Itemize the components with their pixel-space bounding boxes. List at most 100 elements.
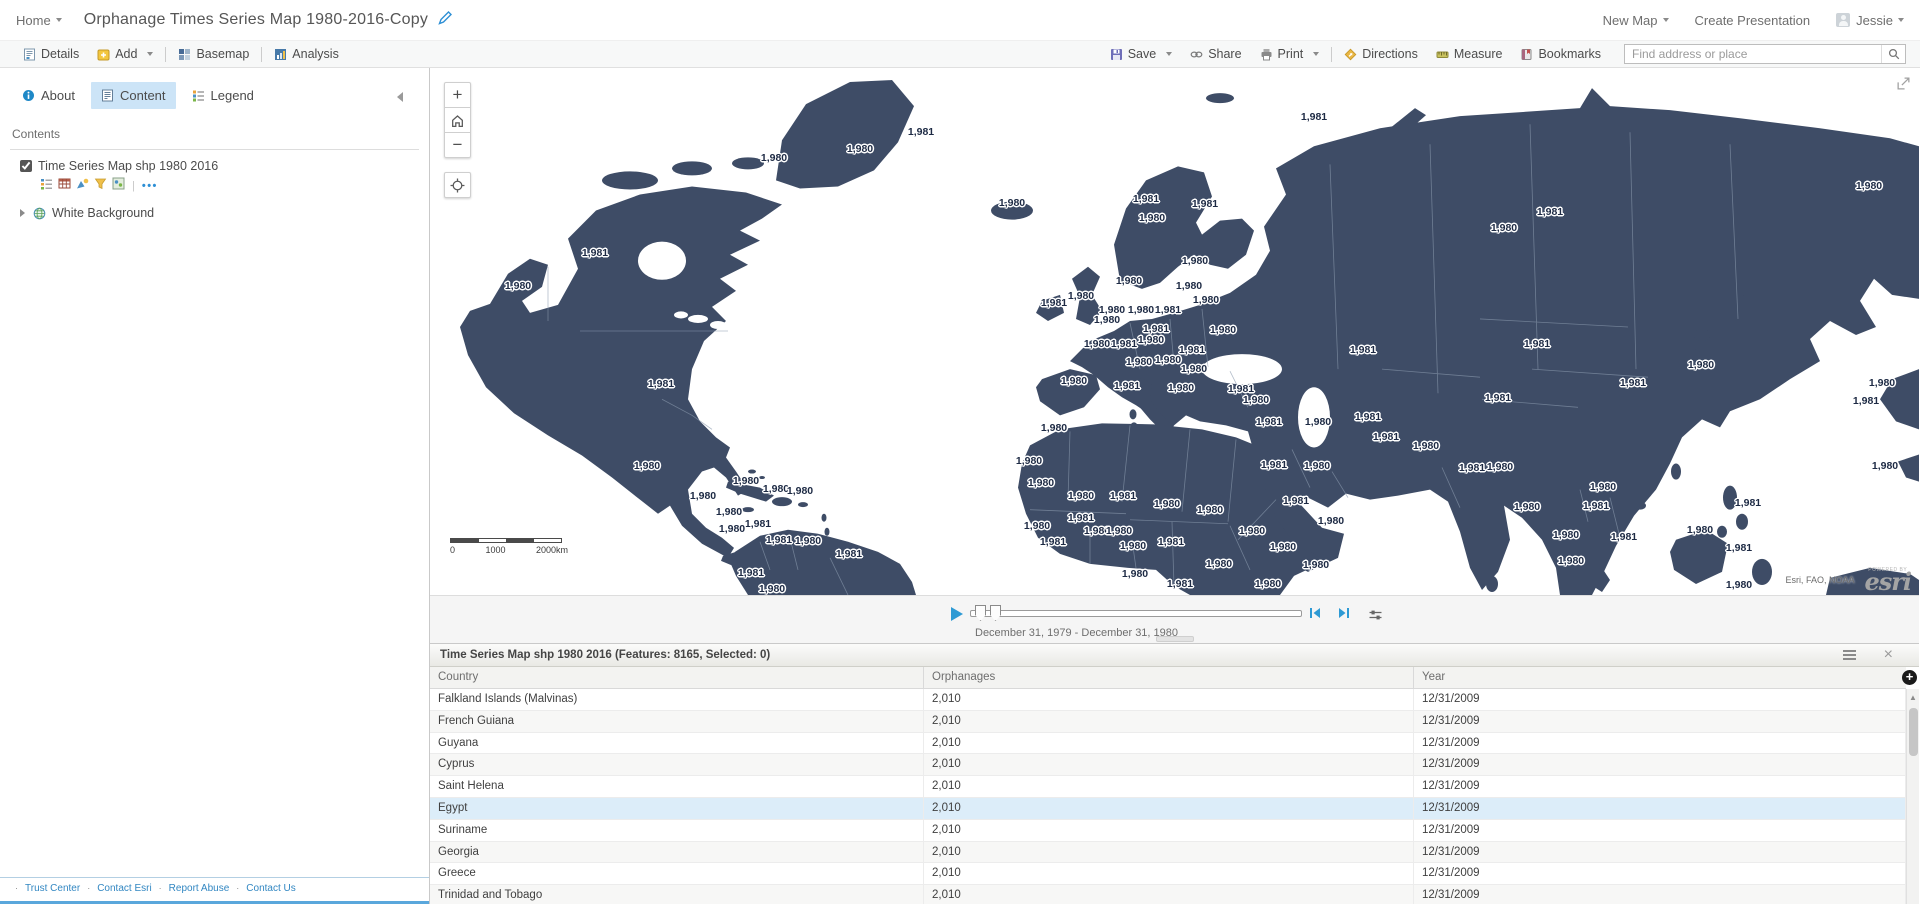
- time-slider-handle-end[interactable]: [990, 605, 1001, 621]
- attribution-text: Esri, FAO, NOAA: [1785, 575, 1855, 585]
- home-menu[interactable]: Home: [16, 13, 62, 28]
- find-my-location-button[interactable]: [444, 172, 471, 198]
- map-year-label: 1,980: [633, 460, 661, 472]
- next-interval-button[interactable]: [1336, 606, 1351, 625]
- show-legend-icon[interactable]: [40, 177, 53, 195]
- table-row[interactable]: Georgia 2,010 12/31/2009: [430, 841, 1906, 864]
- previous-interval-button[interactable]: [1308, 606, 1323, 625]
- map-year-label: 1,980: [998, 197, 1026, 209]
- tab-about[interactable]: About: [12, 82, 85, 109]
- search-button[interactable]: [1881, 45, 1905, 63]
- table-row[interactable]: Guyana 2,010 12/31/2009: [430, 732, 1906, 755]
- tab-legend[interactable]: Legend: [182, 82, 264, 109]
- search-input[interactable]: [1625, 45, 1881, 63]
- footer-link[interactable]: Report Abuse: [169, 883, 230, 894]
- print-button[interactable]: Print: [1251, 41, 1329, 67]
- layer-name: White Background: [52, 206, 155, 220]
- map-canvas[interactable]: 1,980 1,981 1,981 1,980 1,980 1,980 1,981 1,980…: [430, 68, 1919, 595]
- modify-map-button[interactable]: [1896, 76, 1911, 96]
- table-row[interactable]: French Guiana 2,010 12/31/2009: [430, 710, 1906, 733]
- tab-content[interactable]: Content: [90, 82, 176, 109]
- scroll-up-arrow[interactable]: ▲: [1907, 689, 1919, 702]
- zoom-in-button[interactable]: +: [444, 82, 471, 108]
- map-year-label: 1,981: [737, 567, 765, 579]
- table-options-menu-icon[interactable]: [1842, 650, 1856, 660]
- table-row[interactable]: Saint Helena 2,010 12/31/2009: [430, 776, 1906, 798]
- layer-item-time-series[interactable]: Time Series Map shp 1980 2016: [0, 150, 429, 173]
- filter-icon[interactable]: [94, 177, 107, 195]
- table-title: Time Series Map shp 1980 2016 (Features:…: [440, 649, 771, 661]
- scale-mid: 1000: [485, 545, 506, 555]
- map-year-label: 1,981: [1852, 395, 1880, 407]
- add-field-button[interactable]: +: [1902, 670, 1917, 685]
- column-header[interactable]: Year: [1414, 667, 1906, 688]
- basemap-label: Basemap: [196, 47, 250, 61]
- map-year-label: 1,981: [647, 378, 675, 390]
- time-slider-handle-start[interactable]: [975, 605, 986, 621]
- directions-icon: [1344, 48, 1357, 60]
- new-map-menu[interactable]: New Map: [1603, 13, 1669, 28]
- bookmarks-label: Bookmarks: [1538, 47, 1601, 61]
- layer-visibility-checkbox[interactable]: [20, 160, 32, 172]
- new-map-label: New Map: [1602, 12, 1658, 28]
- time-settings-button[interactable]: [1368, 608, 1383, 627]
- map-year-label: 1,981: [1619, 377, 1647, 389]
- details-button[interactable]: Details: [14, 41, 88, 67]
- column-header[interactable]: Orphanages: [924, 667, 1414, 688]
- panel-resize-handle[interactable]: [1155, 636, 1194, 642]
- add-button[interactable]: Add: [88, 41, 162, 67]
- measure-button[interactable]: Measure: [1427, 41, 1512, 67]
- table-cell: Trinidad and Tobago: [430, 885, 924, 904]
- map-year-label: 1,980: [846, 143, 874, 155]
- map-year-label: 1,980: [1242, 394, 1270, 406]
- analysis-button[interactable]: Analysis: [265, 41, 348, 67]
- footer-link[interactable]: Contact Us: [246, 883, 295, 894]
- play-button[interactable]: [951, 607, 963, 621]
- scrollbar-thumb[interactable]: [1908, 708, 1918, 756]
- pencil-icon: [438, 11, 453, 25]
- analysis-label: Analysis: [292, 47, 339, 61]
- change-style-icon[interactable]: [76, 177, 89, 195]
- tab-about-label: About: [41, 88, 75, 103]
- share-button[interactable]: Share: [1181, 41, 1250, 67]
- table-row[interactable]: Suriname 2,010 12/31/2009: [430, 819, 1906, 842]
- time-slider-track[interactable]: [970, 605, 1302, 621]
- table-cell: 12/31/2009: [1414, 885, 1906, 904]
- table-row[interactable]: Egypt 2,010 12/31/2009: [430, 797, 1906, 820]
- layer-item-white-background[interactable]: White Background: [0, 195, 429, 220]
- map-year-label: 1,981: [1734, 497, 1762, 509]
- more-options-icon[interactable]: •••: [142, 181, 158, 192]
- zoom-out-button[interactable]: −: [444, 132, 471, 158]
- create-presentation-label: Create Presentation: [1694, 12, 1811, 28]
- table-row[interactable]: Greece 2,010 12/31/2009: [430, 863, 1906, 886]
- directions-button[interactable]: Directions: [1335, 41, 1427, 67]
- map-year-label: 1,980: [1304, 416, 1332, 428]
- edit-title-button[interactable]: [438, 10, 453, 30]
- basemap-button[interactable]: Basemap: [169, 41, 258, 67]
- expand-layer-icon[interactable]: [20, 209, 25, 217]
- collapse-panel-button[interactable]: [397, 92, 403, 102]
- perform-analysis-icon[interactable]: [112, 177, 125, 195]
- save-button[interactable]: Save: [1101, 41, 1182, 67]
- table-row[interactable]: Cyprus 2,010 12/31/2009: [430, 754, 1906, 777]
- create-presentation-button[interactable]: Create Presentation: [1695, 13, 1811, 28]
- map-year-label: 1,980: [1040, 422, 1068, 434]
- tab-content-label: Content: [119, 88, 166, 103]
- home-extent-button[interactable]: [444, 107, 471, 133]
- bookmarks-button[interactable]: Bookmarks: [1511, 41, 1610, 67]
- user-menu[interactable]: Jessie: [1836, 13, 1904, 28]
- app-header: Home Orphanage Times Series Map 1980-201…: [0, 0, 1920, 40]
- legend-icon: [192, 90, 204, 102]
- chevron-down-icon: [55, 18, 62, 22]
- table-row[interactable]: Falkland Islands (Malvinas) 2,010 12/31/20…: [430, 689, 1906, 711]
- table-scrollbar[interactable]: ▲: [1906, 689, 1919, 904]
- table-row[interactable]: Trinidad and Tobago 2,010 12/31/2009: [430, 885, 1906, 904]
- show-table-icon[interactable]: [58, 177, 71, 195]
- footer-link[interactable]: Contact Esri: [97, 883, 151, 894]
- table-cell: 12/31/2009: [1414, 797, 1906, 819]
- close-table-icon[interactable]: ×: [1884, 647, 1893, 663]
- separator: ·: [236, 883, 240, 893]
- map-year-label: 1,980: [1023, 520, 1051, 532]
- footer-link[interactable]: Trust Center: [25, 883, 80, 894]
- column-header[interactable]: Country: [430, 667, 924, 688]
